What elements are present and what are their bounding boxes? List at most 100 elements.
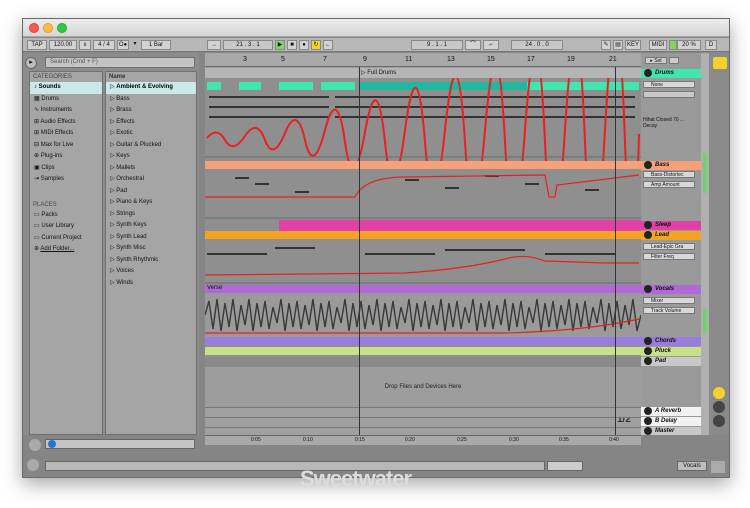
show-browser-toggle-icon[interactable]: [27, 459, 39, 471]
minimize-window-button[interactable]: [43, 23, 53, 33]
quantize-select[interactable]: 1 Bar: [141, 40, 171, 50]
category-drums[interactable]: ▦ Drums: [30, 94, 102, 106]
computer-keyboard-icon[interactable]: ▤: [613, 40, 623, 50]
reverb-track-header[interactable]: A Reverb: [641, 407, 701, 416]
set-locator-button[interactable]: ▸ Set: [645, 57, 667, 64]
vocals-track-header[interactable]: Vocals: [641, 285, 701, 294]
fold-icon[interactable]: [644, 161, 652, 169]
category-audio-effects[interactable]: ⊞ Audio Effects: [30, 117, 102, 129]
drop-area[interactable]: Drop Files and Devices Here: [205, 367, 641, 407]
stop-button[interactable]: ■: [287, 40, 297, 50]
chords-track-header[interactable]: Chords: [641, 337, 701, 346]
next-locator-icon[interactable]: [669, 57, 679, 64]
bass-device-select[interactable]: Bass-Distortec: [643, 171, 695, 178]
vocals-waveform[interactable]: [205, 293, 641, 337]
view-toggle-icon[interactable]: [713, 57, 727, 69]
show-browser-icon[interactable]: ▸: [25, 57, 37, 69]
category-plug-ins[interactable]: ⊕ Plug-ins: [30, 151, 102, 163]
beat-time-ruler[interactable]: 3 5 7 9 11 13 15 17 19 21: [205, 53, 641, 67]
list-item[interactable]: ▷ Brass: [106, 105, 196, 117]
list-item[interactable]: ▷ Synth Keys: [106, 220, 196, 232]
info-toggle-icon[interactable]: [29, 439, 41, 451]
delay-track-header[interactable]: B Delay: [641, 417, 701, 426]
drums-device-select[interactable]: None: [643, 81, 695, 88]
io-icon[interactable]: [713, 401, 725, 413]
delay-lane[interactable]: 1/2: [205, 417, 641, 427]
close-window-button[interactable]: [29, 23, 39, 33]
drums-track-header[interactable]: Drums: [641, 69, 701, 78]
sleep-clip[interactable]: [279, 220, 641, 231]
fold-icon[interactable]: [644, 347, 652, 355]
place-current-project[interactable]: ▭ Current Project: [30, 233, 102, 245]
midi-map-button[interactable]: MIDI: [649, 40, 667, 50]
list-item[interactable]: ▷ Pad: [106, 186, 196, 198]
overdub-button[interactable]: ↻: [311, 40, 321, 50]
fold-icon[interactable]: [644, 357, 652, 365]
search-input[interactable]: Search (Cmd + F): [45, 57, 195, 68]
vocals-lane[interactable]: [205, 293, 641, 337]
follow-icon[interactable]: →: [207, 40, 221, 50]
help-icon[interactable]: [48, 440, 56, 448]
category-clips[interactable]: ▣ Clips: [30, 163, 102, 175]
lead-lane[interactable]: [205, 239, 641, 285]
sleep-lane[interactable]: [205, 220, 641, 231]
pluck-clip[interactable]: [205, 347, 641, 355]
metronome-icon[interactable]: O●: [117, 40, 129, 50]
place-packs[interactable]: ▭ Packs: [30, 210, 102, 222]
lead-clip[interactable]: [205, 231, 641, 239]
tap-tempo-button[interactable]: TAP: [27, 40, 47, 50]
list-item[interactable]: ▷ Effects: [106, 117, 196, 129]
sends-icon[interactable]: [713, 415, 725, 427]
lead-automation[interactable]: [205, 239, 641, 285]
fold-icon[interactable]: [644, 337, 652, 345]
category-instruments[interactable]: ∿ Instruments: [30, 105, 102, 117]
nudge-icon[interactable]: ıı: [79, 40, 91, 50]
bass-track-header[interactable]: Bass: [641, 161, 701, 170]
place-user-library[interactable]: ▭ User Library: [30, 221, 102, 233]
tempo-field[interactable]: 120.00: [49, 40, 77, 50]
list-item[interactable]: ▷ Strings: [106, 209, 196, 221]
detail-view-toggle-icon[interactable]: [711, 461, 725, 473]
punch-icon[interactable]: ⌐: [483, 40, 499, 50]
chords-clip[interactable]: [205, 337, 641, 345]
loop-switch-icon[interactable]: ⌒: [465, 40, 481, 50]
pluck-lane[interactable]: [205, 347, 641, 357]
pad-track-header[interactable]: Pad: [641, 357, 701, 366]
list-item[interactable]: ▷ Ambient & Evolving: [106, 82, 196, 94]
drums-lane[interactable]: [205, 78, 641, 161]
list-item[interactable]: ▷ Orchestral: [106, 174, 196, 186]
list-item[interactable]: ▷ Bass: [106, 94, 196, 106]
sleep-track-header[interactable]: Sleep: [641, 221, 701, 230]
fold-icon[interactable]: [644, 407, 652, 415]
bass-lane[interactable]: [205, 169, 641, 220]
fold-icon[interactable]: [644, 231, 652, 239]
category-midi-effects[interactable]: ⊞ MIDI Effects: [30, 128, 102, 140]
vocals-device-select[interactable]: Mixer: [643, 297, 695, 304]
category-sounds[interactable]: ♪ Sounds: [30, 82, 102, 94]
arrangement-view[interactable]: 3 5 7 9 11 13 15 17 19 21 ▷ Full Drums V…: [205, 53, 641, 435]
list-item[interactable]: ▷ Synth Misc: [106, 243, 196, 255]
fold-icon[interactable]: [644, 285, 652, 293]
locator-full-drums[interactable]: ▷ Full Drums: [361, 69, 396, 76]
category-max-for-live[interactable]: ⊟ Max for Live: [30, 140, 102, 152]
list-item[interactable]: ▷ Synth Rhythmic: [106, 255, 196, 267]
record-button[interactable]: ●: [299, 40, 309, 50]
list-item[interactable]: ▷ Synth Lead: [106, 232, 196, 244]
key-map-button[interactable]: KEY: [625, 40, 641, 50]
time-ruler[interactable]: 0:05 0:10 0:15 0:20 0:25 0:30 0:35 0:40: [205, 435, 641, 445]
time-signature-field[interactable]: 4 / 4: [93, 40, 115, 50]
fold-icon[interactable]: [644, 427, 652, 435]
locator-lane[interactable]: ▷ Full Drums: [205, 68, 641, 78]
list-item[interactable]: ▷ Exotic: [106, 128, 196, 140]
zoom-window-button[interactable]: [57, 23, 67, 33]
loop-start-field[interactable]: 9 . 1 . 1: [411, 40, 463, 50]
vocals-clip[interactable]: Verse: [205, 285, 641, 293]
list-item[interactable]: ▷ Piano & Keys: [106, 197, 196, 209]
arrangement-position-field[interactable]: 21 . 3 . 1: [223, 40, 273, 50]
pluck-track-header[interactable]: Pluck: [641, 347, 701, 356]
list-item[interactable]: ▷ Voices: [106, 266, 196, 278]
vocals-param-select[interactable]: Track Volume: [643, 307, 695, 314]
reverb-lane[interactable]: [205, 407, 641, 417]
lead-param-select[interactable]: Filter Freq: [643, 253, 695, 260]
chords-lane[interactable]: [205, 337, 641, 347]
